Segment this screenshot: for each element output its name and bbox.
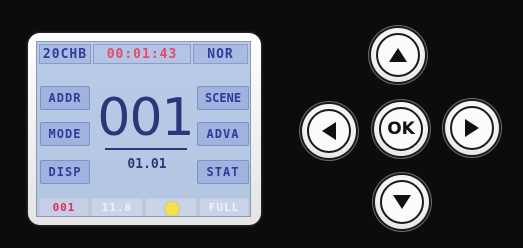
main-value: 001 [97, 88, 194, 148]
right-button[interactable] [445, 101, 499, 155]
mode-button[interactable]: MODE [40, 122, 90, 146]
down-button[interactable] [375, 175, 429, 229]
stat-button[interactable]: STAT [197, 160, 249, 184]
down-arrow-icon [393, 195, 411, 209]
addr-button[interactable]: ADDR [40, 86, 90, 110]
disp-button[interactable]: DISP [40, 160, 90, 184]
scene-button[interactable]: SCENE [197, 86, 249, 110]
sub-value: 01.01 [127, 156, 167, 172]
bottom-value: 11.6 [91, 198, 143, 216]
ok-label: OK [387, 119, 415, 139]
bottom-state: FULL [199, 198, 249, 216]
ok-button[interactable]: OK [374, 102, 428, 156]
mode-indicator: 20CHB [39, 44, 91, 64]
left-button[interactable] [302, 104, 356, 158]
timer-display: 00:01:43 [93, 44, 191, 64]
status-indicator: NOR [193, 44, 248, 64]
left-arrow-icon [322, 122, 336, 140]
lcd-screen: 20CHB 00:01:43 NOR ADDR MODE DISP SCENE … [36, 41, 251, 217]
main-value-underline [105, 148, 187, 150]
indicator-dot-icon [165, 202, 179, 216]
up-arrow-icon [389, 48, 407, 62]
up-button[interactable] [371, 28, 425, 82]
right-arrow-icon [465, 119, 479, 137]
bottom-address: 001 [39, 198, 89, 216]
adva-button[interactable]: ADVA [197, 122, 249, 146]
